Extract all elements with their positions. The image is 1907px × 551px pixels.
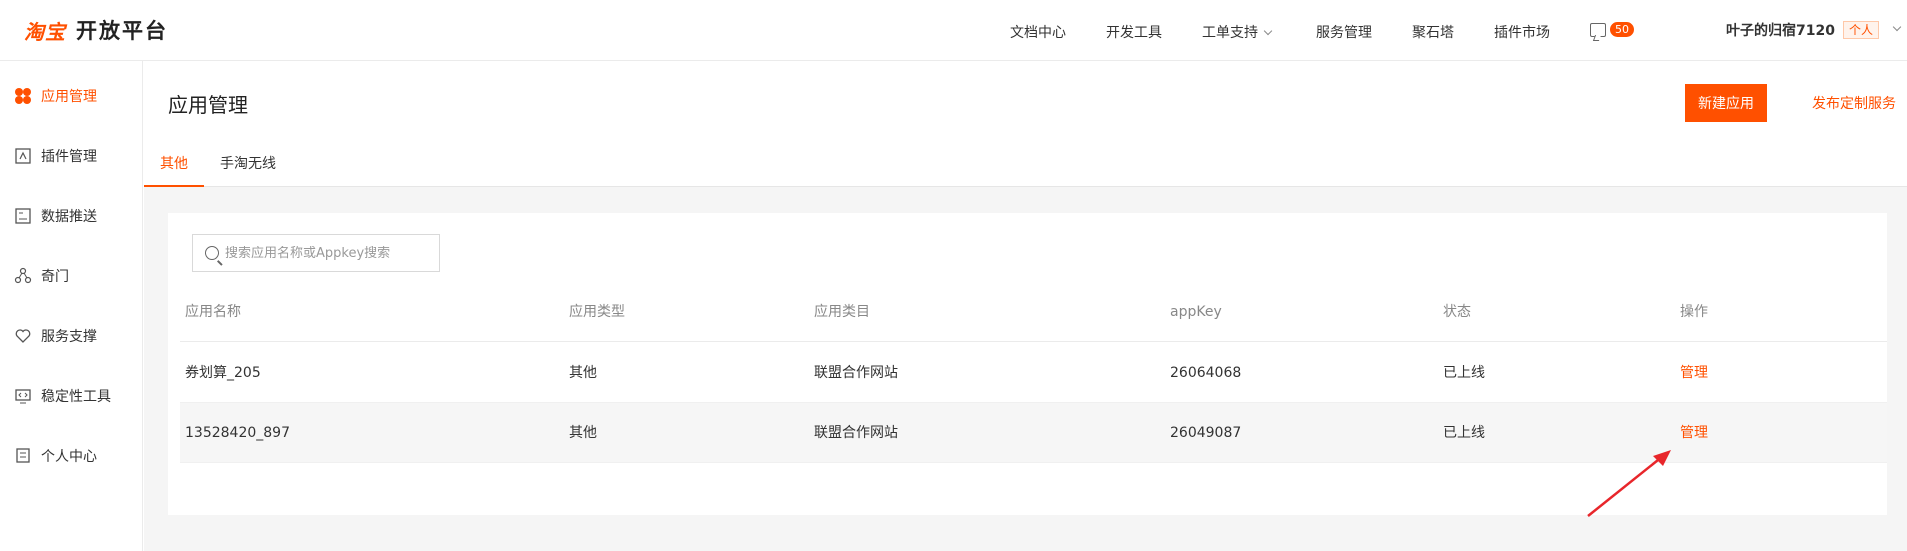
app-status: 已上线 (1443, 425, 1485, 441)
sidebar-item-label: 个人中心 (41, 449, 97, 465)
sidebar-item-app-manage[interactable]: 应用管理 (14, 86, 97, 106)
column-header: 应用类目 (814, 304, 870, 320)
sidebar-item-label: 插件管理 (41, 149, 97, 165)
column-header: appKey (1170, 304, 1222, 320)
tab-label: 手淘无线 (220, 156, 276, 172)
platform-title: 开放平台 (76, 19, 168, 43)
user-menu[interactable]: 叶子的归宿7120 个人 (1726, 20, 1902, 40)
manage-link[interactable]: 管理 (1680, 343, 1708, 403)
sidebar-item-stability-tools[interactable]: 稳定性工具 (14, 386, 111, 406)
app-name: 券划算_205 (185, 365, 261, 381)
column-header: 应用类型 (569, 304, 625, 320)
new-app-button[interactable]: 新建应用 (1685, 84, 1767, 122)
search-icon (205, 246, 219, 260)
sidebar-item-label: 数据推送 (41, 209, 97, 225)
messages-button[interactable]: 50 (1590, 22, 1634, 37)
app-category: 联盟合作网站 (814, 425, 898, 441)
tab-other[interactable]: 其他 (144, 154, 204, 187)
nav-dev-tools[interactable]: 开发工具 (1106, 22, 1162, 42)
column-header: 操作 (1680, 304, 1708, 320)
app-status: 已上线 (1443, 365, 1485, 381)
plugin-icon (15, 148, 31, 164)
sidebar-item-label: 服务支撑 (41, 329, 97, 345)
sidebar-item-label: 稳定性工具 (41, 389, 111, 405)
user-type-tag: 个人 (1842, 21, 1879, 39)
search-input[interactable] (225, 245, 425, 261)
nav-service-manage[interactable]: 服务管理 (1316, 22, 1372, 42)
sidebar: 应用管理 插件管理 数据推送 奇门 服务支撑 稳定性工具 个人中心 (0, 61, 143, 551)
logo[interactable]: 淘宝 开放平台 (24, 16, 168, 44)
search-box (192, 234, 440, 272)
message-count-badge: 50 (1610, 22, 1634, 37)
publish-custom-service-link[interactable]: 发布定制服务 (1812, 93, 1896, 113)
nav-ticket-support-label: 工单支持 (1202, 25, 1258, 41)
data-push-icon (15, 208, 31, 224)
sidebar-item-label: 应用管理 (41, 89, 97, 105)
top-header: 淘宝 开放平台 文档中心 开发工具 工单支持 服务管理 聚石塔 插件市场 50 … (0, 0, 1907, 61)
app-name: 13528420_897 (185, 425, 290, 441)
apps-icon (15, 88, 31, 104)
annotation-arrow-icon (1587, 450, 1671, 517)
column-header: 应用名称 (185, 304, 241, 320)
page-title: 应用管理 (168, 93, 248, 117)
sidebar-item-service-support[interactable]: 服务支撑 (14, 326, 97, 346)
nav-plugin-market[interactable]: 插件市场 (1494, 22, 1550, 42)
manage-link[interactable]: 管理 (1680, 403, 1708, 463)
column-header: 状态 (1443, 304, 1471, 320)
sidebar-item-plugin-manage[interactable]: 插件管理 (14, 146, 97, 166)
app-type: 其他 (569, 365, 597, 381)
page-header: 应用管理 新建应用 发布定制服务 其他 手淘无线 (144, 61, 1907, 187)
app-key: 26064068 (1170, 365, 1242, 381)
profile-icon (16, 448, 30, 463)
message-icon (1590, 22, 1606, 37)
code-monitor-icon (15, 389, 31, 404)
taobao-logo-mark: 淘宝 (24, 19, 66, 44)
sidebar-item-personal-center[interactable]: 个人中心 (14, 446, 97, 466)
sidebar-item-data-push[interactable]: 数据推送 (14, 206, 97, 226)
table-header: 应用名称 应用类型 应用类目 appKey 状态 操作 (180, 282, 1887, 342)
tab-mobile-taobao[interactable]: 手淘无线 (220, 154, 276, 187)
sidebar-item-label: 奇门 (41, 269, 69, 285)
qimen-icon (14, 267, 32, 284)
nav-docs[interactable]: 文档中心 (1010, 22, 1066, 42)
nav-jushita[interactable]: 聚石塔 (1412, 22, 1454, 42)
sidebar-item-qimen[interactable]: 奇门 (14, 266, 69, 286)
chevron-down-icon (1892, 22, 1902, 32)
app-category: 联盟合作网站 (814, 365, 898, 381)
heart-icon (15, 329, 31, 343)
app-key: 26049087 (1170, 425, 1242, 441)
nav-ticket-support[interactable]: 工单支持 (1202, 22, 1273, 42)
chevron-down-icon (1263, 26, 1273, 36)
table-row: 券划算_205 其他 联盟合作网站 26064068 已上线 管理 (180, 343, 1887, 403)
app-type: 其他 (569, 425, 597, 441)
user-name: 叶子的归宿7120 (1726, 23, 1835, 39)
tab-label: 其他 (160, 156, 188, 172)
